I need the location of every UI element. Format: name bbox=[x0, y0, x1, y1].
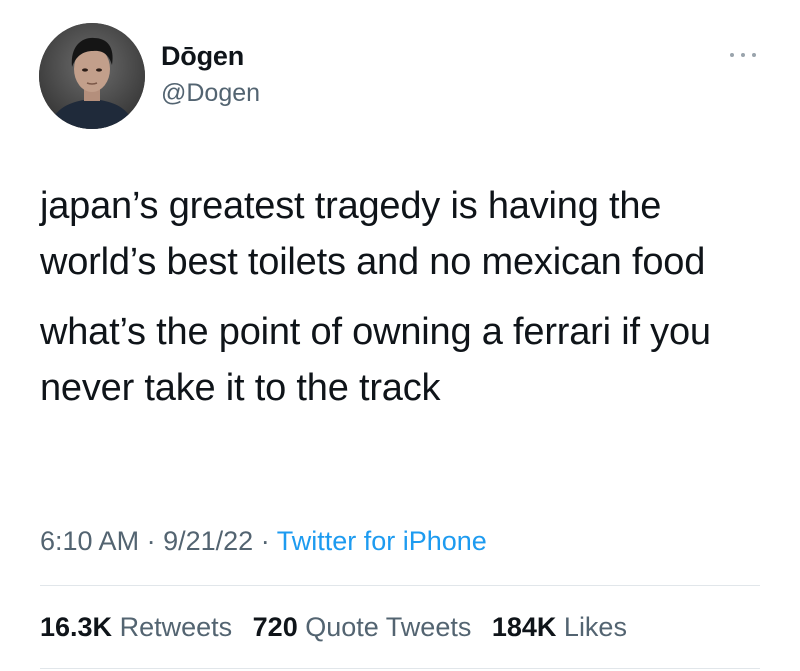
more-dot bbox=[730, 53, 734, 57]
divider bbox=[40, 668, 760, 669]
likes-stat[interactable]: 184K Likes bbox=[492, 612, 627, 642]
tweet-paragraph: what’s the point of owning a ferrari if … bbox=[40, 311, 711, 409]
author-block: Dōgen @Dogen bbox=[161, 40, 260, 109]
author-handle[interactable]: @Dogen bbox=[161, 77, 260, 109]
tweet-metadata: 6:10 AM · 9/21/22 · Twitter for iPhone bbox=[40, 524, 487, 558]
tweet-card: Dōgen @Dogen japan’s greatest tragedy is… bbox=[0, 0, 800, 671]
tweet-time[interactable]: 6:10 AM bbox=[40, 526, 139, 556]
divider bbox=[40, 585, 760, 586]
engagement-stats: 16.3K Retweets 720 Quote Tweets 184K Lik… bbox=[40, 610, 640, 644]
more-dot bbox=[741, 53, 745, 57]
tweet-source-link[interactable]: Twitter for iPhone bbox=[277, 526, 487, 556]
avatar[interactable] bbox=[39, 23, 145, 129]
tweet-text: japan’s greatest tragedy is having the w… bbox=[40, 178, 770, 416]
more-dot bbox=[752, 53, 756, 57]
more-horizontal-icon[interactable] bbox=[730, 49, 756, 61]
tweet-date[interactable]: 9/21/22 bbox=[163, 526, 253, 556]
retweets-label: Retweets bbox=[119, 612, 233, 642]
likes-label: Likes bbox=[563, 612, 627, 642]
author-display-name[interactable]: Dōgen bbox=[161, 40, 260, 72]
likes-count: 184K bbox=[491, 612, 557, 642]
meta-separator: · bbox=[260, 526, 270, 556]
retweets-stat[interactable]: 16.3K Retweets bbox=[40, 612, 240, 642]
quote-tweets-stat[interactable]: 720 Quote Tweets bbox=[253, 612, 479, 642]
tweet-paragraph: japan’s greatest tragedy is having the w… bbox=[40, 185, 706, 283]
quote-tweets-label: Quote Tweets bbox=[305, 612, 472, 642]
avatar-image bbox=[39, 23, 145, 129]
quote-tweets-count: 720 bbox=[252, 612, 298, 642]
retweets-count: 16.3K bbox=[40, 612, 113, 642]
meta-separator: · bbox=[146, 526, 156, 556]
